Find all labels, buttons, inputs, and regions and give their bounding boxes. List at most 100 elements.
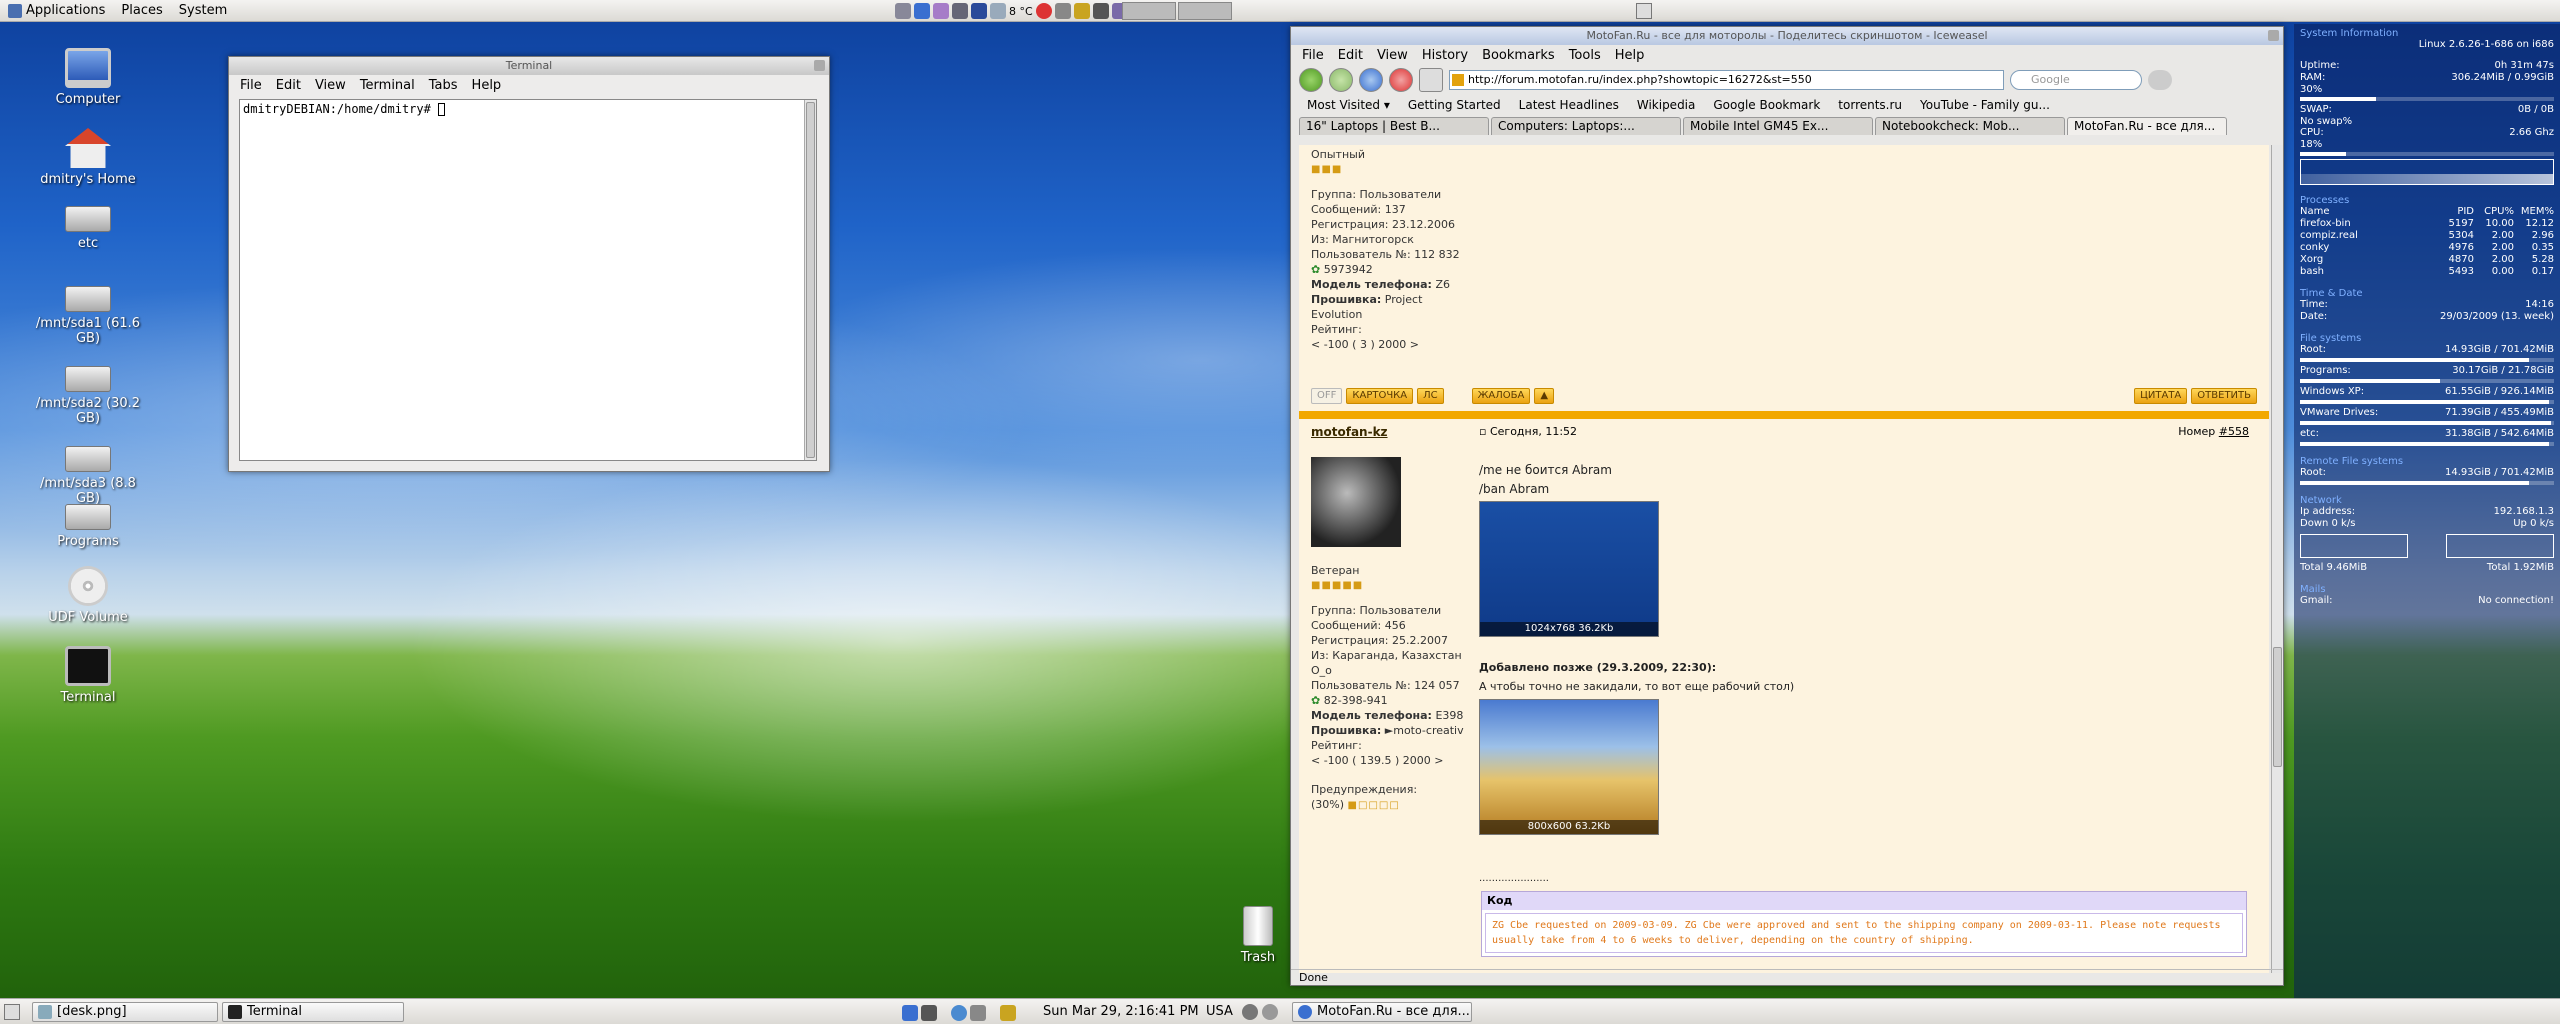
network-icon[interactable] bbox=[952, 3, 968, 19]
screenshot-thumbnail-1[interactable]: 1024x768 36.2Kb bbox=[1479, 501, 1659, 637]
desktop-icon-udf[interactable]: UDF Volume bbox=[33, 566, 143, 625]
page-scrollbar[interactable] bbox=[2271, 145, 2283, 973]
volume-icon[interactable] bbox=[970, 1005, 986, 1021]
menu-edit[interactable]: Edit bbox=[1331, 48, 1370, 63]
close-icon[interactable] bbox=[814, 60, 825, 71]
drive-icon bbox=[65, 504, 111, 530]
menu-file[interactable]: File bbox=[1295, 48, 1331, 63]
workspace-2[interactable] bbox=[1178, 2, 1232, 20]
desktop-icon-home[interactable]: dmitry's Home bbox=[33, 128, 143, 187]
notes-icon[interactable] bbox=[1000, 1005, 1016, 1021]
taskbar-terminal[interactable]: Terminal bbox=[222, 1002, 404, 1022]
network-icon[interactable] bbox=[902, 1005, 918, 1021]
desktop-icon-programs[interactable]: Programs bbox=[33, 494, 143, 549]
taskbar-motofan[interactable]: MotoFan.Ru - все для... bbox=[1292, 1002, 1472, 1022]
conky-system-monitor: System Information Linux 2.6.26-1-686 on… bbox=[2294, 24, 2560, 998]
display-icon[interactable] bbox=[1092, 3, 1109, 19]
download-icon[interactable] bbox=[914, 3, 930, 19]
menu-view[interactable]: View bbox=[308, 78, 353, 93]
pm-button[interactable]: ЛС bbox=[1417, 388, 1444, 404]
clock[interactable]: Sun Mar 29, 2:16:41 PM bbox=[1043, 1004, 1199, 1019]
post2-userinfo: Ветеран ■■■■■ Группа: Пользователи Сообщ… bbox=[1311, 563, 1471, 813]
update-icon[interactable] bbox=[895, 3, 911, 19]
reload-button[interactable] bbox=[1359, 68, 1383, 92]
weather-icon[interactable] bbox=[990, 3, 1006, 19]
desktop-icon-sda1[interactable]: /mnt/sda1 (61.6 GB) bbox=[33, 276, 143, 346]
post-number-link[interactable]: #558 bbox=[2219, 425, 2249, 438]
terminal-scrollbar[interactable] bbox=[804, 100, 816, 460]
bookmark-google[interactable]: Google Bookmark bbox=[1705, 98, 1828, 112]
fs-programs-bar bbox=[2300, 379, 2554, 383]
search-input[interactable]: Google bbox=[2010, 70, 2142, 90]
tab-laptops[interactable]: 16" Laptops | Best B... bbox=[1299, 117, 1489, 135]
menu-help[interactable]: Help bbox=[465, 78, 509, 93]
reply-button[interactable]: ОТВЕТИТЬ bbox=[2191, 388, 2257, 404]
lock-icon[interactable] bbox=[1073, 3, 1090, 19]
terminal-icon bbox=[65, 646, 111, 686]
terminal-titlebar[interactable]: Terminal bbox=[229, 57, 829, 75]
bookmark-torrents[interactable]: torrents.ru bbox=[1830, 98, 1910, 112]
desktop-icon-terminal[interactable]: Terminal bbox=[33, 646, 143, 705]
workspace-1[interactable] bbox=[1122, 2, 1176, 20]
tab-motofan[interactable]: MotoFan.Ru - все для... bbox=[2067, 117, 2227, 135]
post2-author-link[interactable]: motofan-kz bbox=[1311, 425, 1388, 439]
tab-notebookcheck[interactable]: Notebookcheck: Mob... bbox=[1875, 117, 2065, 135]
quote-button[interactable]: ЦИТАТА bbox=[2134, 388, 2188, 404]
menu-history[interactable]: History bbox=[1415, 48, 1475, 63]
top-panel: Applications Places System 8 °C bbox=[0, 0, 2560, 22]
settings-icon[interactable] bbox=[1262, 1004, 1278, 1020]
menu-tabs[interactable]: Tabs bbox=[422, 78, 465, 93]
adblock-icon[interactable] bbox=[2148, 70, 2172, 90]
bookmark-youtube[interactable]: YouTube - Family gu... bbox=[1912, 98, 2058, 112]
home-button[interactable] bbox=[1419, 68, 1443, 92]
bookmark-latest-headlines[interactable]: Latest Headlines bbox=[1511, 98, 1627, 112]
menu-bookmarks[interactable]: Bookmarks bbox=[1475, 48, 1562, 63]
stop-button[interactable] bbox=[1389, 68, 1413, 92]
desktop-icon-sda2[interactable]: /mnt/sda2 (30.2 GB) bbox=[33, 356, 143, 426]
monitor-icon[interactable] bbox=[921, 1005, 937, 1021]
pidgin-icon[interactable] bbox=[933, 3, 949, 19]
close-icon[interactable] bbox=[2268, 30, 2279, 41]
workspace-switcher[interactable] bbox=[1122, 2, 1232, 20]
desktop-icon-computer[interactable]: Computer bbox=[33, 48, 143, 107]
globe-icon[interactable] bbox=[951, 1005, 967, 1021]
compiz-icon[interactable] bbox=[1242, 1004, 1258, 1020]
terminal-text-area[interactable]: dmitryDEBIAN:/home/dmitry# bbox=[239, 99, 817, 461]
menu-view[interactable]: View bbox=[1370, 48, 1415, 63]
bird-icon[interactable] bbox=[971, 3, 987, 19]
desktop-icon-etc[interactable]: etc bbox=[33, 196, 143, 251]
post2-number: Номер #558 bbox=[2178, 425, 2249, 438]
places-menu[interactable]: Places bbox=[113, 0, 170, 22]
tab-intel-gm45[interactable]: Mobile Intel GM45 Ex... bbox=[1683, 117, 1873, 135]
tab-bar: 16" Laptops | Best B... Computers: Lapto… bbox=[1291, 115, 2283, 135]
icq-icon: ✿ bbox=[1311, 694, 1321, 707]
applications-menu[interactable]: Applications bbox=[0, 0, 113, 22]
show-desktop-icon[interactable] bbox=[4, 1004, 20, 1020]
show-desktop-icon[interactable] bbox=[1636, 3, 1652, 19]
bookmark-getting-started[interactable]: Getting Started bbox=[1400, 98, 1509, 112]
forward-button[interactable] bbox=[1329, 68, 1353, 92]
complaint-button[interactable]: ЖАЛОБА bbox=[1471, 388, 1531, 404]
bookmark-most-visited[interactable]: Most Visited ▾ bbox=[1299, 98, 1398, 112]
screenshot-thumbnail-2[interactable]: 800x600 63.2Kb bbox=[1479, 699, 1659, 835]
browser-titlebar[interactable]: MotoFan.Ru - все для моторолы - Поделите… bbox=[1291, 27, 2283, 45]
rating-control[interactable]: < -100 ( 139.5 ) 2000 > bbox=[1311, 753, 1471, 768]
up-button[interactable]: ▲ bbox=[1534, 388, 1555, 404]
back-button[interactable] bbox=[1299, 68, 1323, 92]
menu-edit[interactable]: Edit bbox=[269, 78, 308, 93]
system-menu[interactable]: System bbox=[171, 0, 235, 22]
menu-help[interactable]: Help bbox=[1608, 48, 1652, 63]
taskbar-desk-png[interactable]: [desk.png] bbox=[32, 1002, 218, 1022]
rating-control[interactable]: < -100 ( 3 ) 2000 > bbox=[1311, 337, 1471, 352]
stop-icon[interactable] bbox=[1035, 3, 1052, 19]
tab-computers[interactable]: Computers: Laptops:... bbox=[1491, 117, 1681, 135]
off-button[interactable]: OFF bbox=[1311, 388, 1343, 404]
menu-file[interactable]: File bbox=[233, 78, 269, 93]
card-button[interactable]: КАРТОЧКА bbox=[1346, 388, 1414, 404]
menu-terminal[interactable]: Terminal bbox=[353, 78, 422, 93]
url-bar[interactable]: http://forum.motofan.ru/index.php?showto… bbox=[1449, 70, 2004, 90]
keyboard-layout[interactable]: USA bbox=[1206, 1004, 1233, 1019]
menu-tools[interactable]: Tools bbox=[1562, 48, 1608, 63]
volume-icon[interactable] bbox=[1054, 3, 1071, 19]
bookmark-wikipedia[interactable]: Wikipedia bbox=[1629, 98, 1704, 112]
